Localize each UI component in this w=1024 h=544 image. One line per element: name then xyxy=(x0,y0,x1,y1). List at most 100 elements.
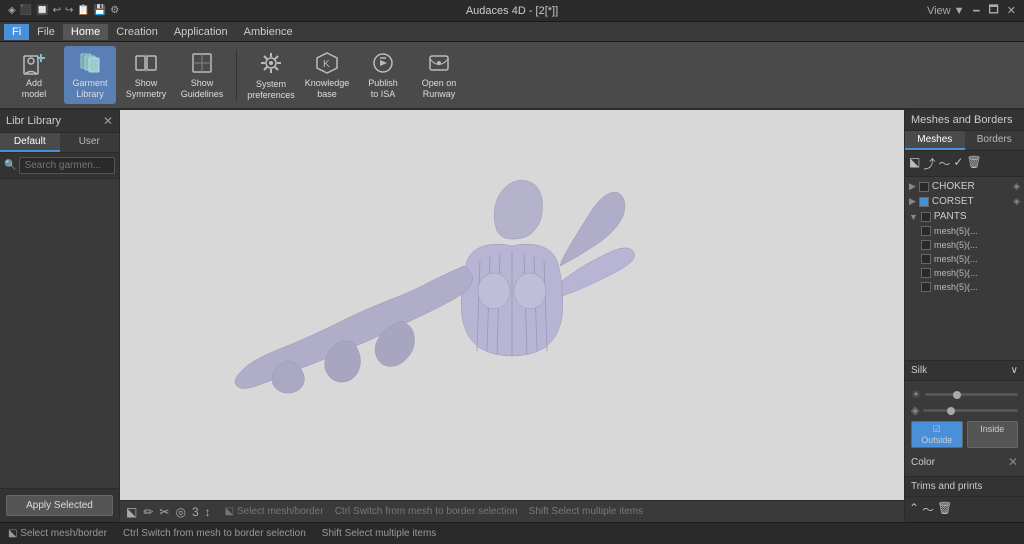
sidebar-close-button[interactable]: ✕ xyxy=(103,114,113,128)
sidebar-tabs: Default User xyxy=(0,133,119,153)
menu-file[interactable]: File xyxy=(29,24,63,40)
trims-tool-1[interactable]: ⌃ xyxy=(909,501,919,518)
mesh-group-pants[interactable]: ▼ PANTS xyxy=(905,209,1024,224)
measure-tool-icon[interactable]: ◎ xyxy=(175,505,185,519)
title-icon-7: ⚙ xyxy=(110,5,119,16)
menu-fi[interactable]: Fi xyxy=(4,24,29,40)
app-icon: ◈ xyxy=(8,5,16,16)
menu-application[interactable]: Application xyxy=(166,24,236,40)
view-button[interactable]: View ▼ xyxy=(927,5,965,17)
outside-button[interactable]: ☑ Outside xyxy=(911,421,963,448)
prop-row-2: ◈ xyxy=(911,404,1018,417)
silk-section-header[interactable]: Silk ∨ xyxy=(905,361,1024,381)
prop-slider-2[interactable] xyxy=(923,409,1018,412)
viewport[interactable]: ⬕ ✏ ✂ ◎ 3 ↕ ⬕ Select mesh/border Ctrl Sw… xyxy=(120,110,904,522)
mesh2-checkbox[interactable] xyxy=(921,240,931,250)
show-symmetry-button[interactable]: ShowSymmetry xyxy=(120,46,172,104)
select-tool-icon[interactable]: ⬕ xyxy=(126,505,137,519)
trims-title: Trims and prints xyxy=(911,481,982,492)
mesh3-checkbox[interactable] xyxy=(921,254,931,264)
title-icon-1: ⬛ xyxy=(20,5,32,16)
show-guidelines-button[interactable]: ShowGuidelines xyxy=(176,46,228,104)
mesh1-checkbox[interactable] xyxy=(921,226,931,236)
tab-meshes[interactable]: Meshes xyxy=(905,131,965,150)
view-3d-icon[interactable]: 3 xyxy=(192,505,199,519)
inside-button[interactable]: Inside xyxy=(967,421,1019,448)
title-icon-3: ↩ xyxy=(53,5,61,16)
mesh4-checkbox[interactable] xyxy=(921,268,931,278)
show-guidelines-label: ShowGuidelines xyxy=(181,78,224,100)
search-input[interactable] xyxy=(19,157,115,174)
mesh3-label: mesh(5)(... xyxy=(934,254,978,264)
draw-tool-icon[interactable]: ✏ xyxy=(143,505,153,519)
close-button[interactable]: ✕ xyxy=(1007,4,1016,17)
publish-to-isa-button[interactable]: Publishto ISA xyxy=(357,46,409,104)
color-close-button[interactable]: ✕ xyxy=(1008,455,1018,469)
silk-content: ☀ ◈ ☑ Outside I xyxy=(905,381,1024,476)
show-symmetry-label: ShowSymmetry xyxy=(126,78,167,100)
prop-row-1: ☀ xyxy=(911,388,1018,401)
mesh-toolbar: ⬕ ⤴ 〜 ✓ 🗑 xyxy=(905,151,1024,177)
corset-checkbox[interactable] xyxy=(919,197,929,207)
prop-icon-2: ◈ xyxy=(911,404,919,417)
sidebar: Libr Library ✕ Default User 🔍 Apply Sele… xyxy=(0,110,120,522)
add-model-button[interactable]: Addmodel xyxy=(8,46,60,104)
viewport-status-text: ⬕ Select mesh/border Ctrl Switch from me… xyxy=(225,506,644,517)
menu-home[interactable]: Home xyxy=(63,24,108,40)
inside-label: Inside xyxy=(980,424,1004,434)
mesh-tool-delete[interactable]: 🗑 xyxy=(966,155,981,172)
system-preferences-button[interactable]: Systempreferences xyxy=(245,46,297,104)
title-icon-4: ↪ xyxy=(65,5,73,16)
search-icon: 🔍 xyxy=(4,160,16,171)
zoom-icon[interactable]: ↕ xyxy=(205,505,211,519)
menu-creation[interactable]: Creation xyxy=(108,24,166,40)
publish-to-isa-icon xyxy=(369,50,397,76)
mesh1-label: mesh(5)(... xyxy=(934,226,978,236)
mesh-group-choker[interactable]: ▶ CHOKER ◈ xyxy=(905,179,1024,194)
prop-slider-1-thumb xyxy=(953,391,961,399)
tab-user[interactable]: User xyxy=(60,133,120,152)
trims-tool-3[interactable]: 🗑 xyxy=(937,501,952,518)
mesh-tool-copy[interactable]: ⤴ xyxy=(923,155,935,172)
garment-library-label: GarmentLibrary xyxy=(72,78,107,100)
mesh-tool-select[interactable]: ⬕ xyxy=(909,155,920,172)
sidebar-content xyxy=(0,179,119,488)
trims-header[interactable]: Trims and prints xyxy=(905,477,1024,497)
tab-borders[interactable]: Borders xyxy=(965,131,1024,150)
mesh-item-2[interactable]: mesh(5)(... xyxy=(905,238,1024,252)
choker-label: CHOKER xyxy=(932,181,975,192)
mesh-item-1[interactable]: mesh(5)(... xyxy=(905,224,1024,238)
titlebar-left: ◈ ⬛ 🔲 ↩ ↪ 📋 💾 ⚙ xyxy=(8,5,119,16)
garment-library-button[interactable]: GarmentLibrary xyxy=(64,46,116,104)
main-area: Libr Library ✕ Default User 🔍 Apply Sele… xyxy=(0,110,1024,522)
mesh-tool-wave[interactable]: 〜 xyxy=(938,155,950,172)
mesh2-label: mesh(5)(... xyxy=(934,240,978,250)
trims-tool-2[interactable]: 〜 xyxy=(922,501,934,518)
status-shift-select: Shift Select multiple items xyxy=(322,528,437,539)
knowledge-base-label: Knowledgebase xyxy=(305,78,350,100)
pants-checkbox[interactable] xyxy=(921,212,931,222)
knowledge-base-button[interactable]: K Knowledgebase xyxy=(301,46,353,104)
apply-selected-button[interactable]: Apply Selected xyxy=(6,495,113,516)
status-select-mesh: ⬕ Select mesh/border xyxy=(8,528,107,539)
cut-tool-icon[interactable]: ✂ xyxy=(159,505,169,519)
choker-checkbox[interactable] xyxy=(919,182,929,192)
mesh-group-corset[interactable]: ▶ CORSET ◈ xyxy=(905,194,1024,209)
menu-ambience[interactable]: Ambience xyxy=(236,24,301,40)
sidebar-title: Libr Library xyxy=(6,115,61,127)
prop-icon-1: ☀ xyxy=(911,388,921,401)
knowledge-base-icon: K xyxy=(313,50,341,76)
open-on-runway-button[interactable]: Open onRunway xyxy=(413,46,465,104)
mesh5-checkbox[interactable] xyxy=(921,282,931,292)
mesh-item-5[interactable]: mesh(5)(... xyxy=(905,280,1024,294)
prop-slider-1[interactable] xyxy=(925,393,1018,396)
mesh-item-3[interactable]: mesh(5)(... xyxy=(905,252,1024,266)
maximize-button[interactable]: 🗖 xyxy=(988,1,998,20)
choker-arrow: ▶ xyxy=(909,181,916,192)
mesh-tool-check[interactable]: ✓ xyxy=(953,155,963,172)
meshes-borders-header: Meshes and Borders xyxy=(905,110,1024,131)
viewport-toolbar: ⬕ ✏ ✂ ◎ 3 ↕ ⬕ Select mesh/border Ctrl Sw… xyxy=(120,500,904,522)
minimize-button[interactable]: 🗕 xyxy=(973,1,981,20)
tab-default[interactable]: Default xyxy=(0,133,60,152)
mesh-item-4[interactable]: mesh(5)(... xyxy=(905,266,1024,280)
